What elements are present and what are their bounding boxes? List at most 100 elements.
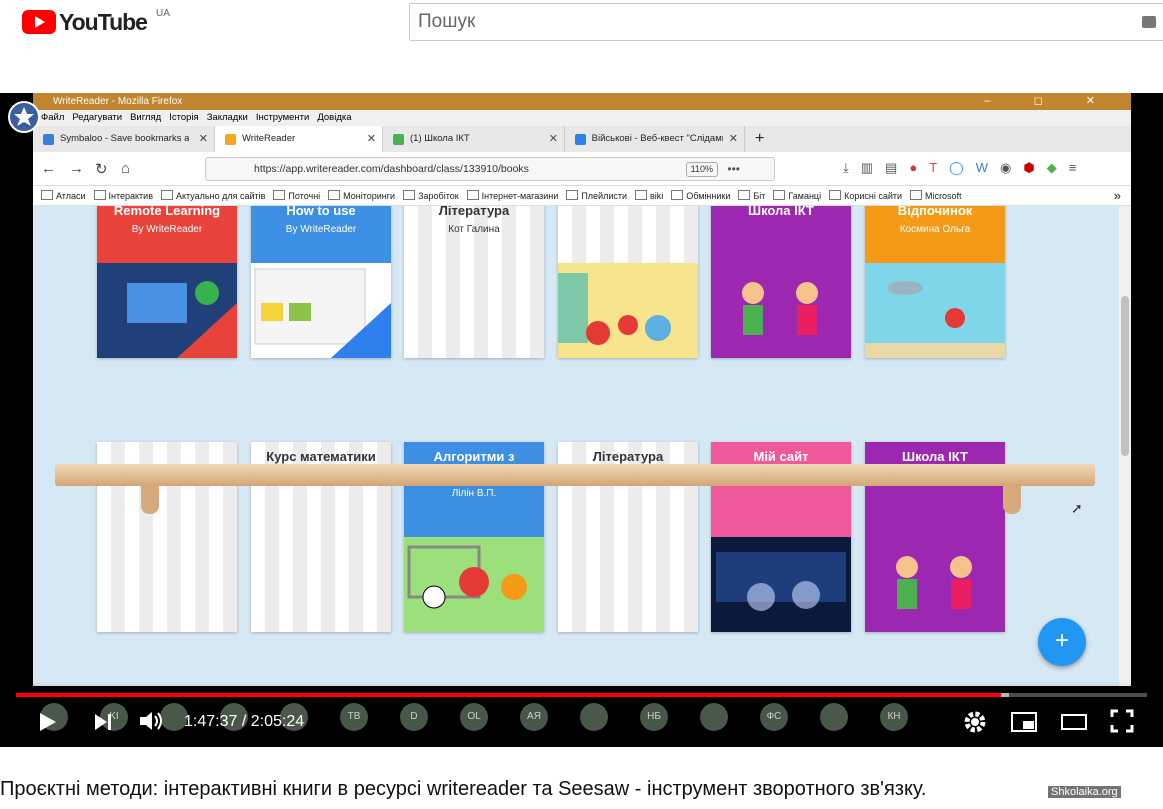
forward-icon[interactable]: →: [69, 160, 84, 177]
keyboard-illustration: [711, 537, 851, 632]
bookmark-item[interactable]: Корисні сайти: [829, 186, 902, 205]
book-cover[interactable]: Відпочинок Космина Ольга: [865, 206, 1005, 358]
participant-avatar: ФС: [760, 703, 788, 731]
page-scrollbar[interactable]: [1119, 206, 1131, 686]
download-icon[interactable]: ⤓: [843, 160, 849, 176]
url-bar[interactable]: https://app.writereader.com/dashboard/cl…: [205, 157, 775, 181]
participant-avatar: АЯ: [520, 703, 548, 731]
extension-gray-icon[interactable]: ◉: [1000, 160, 1011, 176]
play-icon[interactable]: [36, 711, 58, 733]
bookmark-item[interactable]: Інтерактив: [94, 186, 153, 205]
window-title: WriteReader - Mozilla Firefox: [53, 96, 183, 107]
volume-icon[interactable]: [138, 709, 166, 733]
book-title: How to use: [286, 206, 356, 218]
page-actions-icon[interactable]: •••: [727, 158, 740, 180]
close-tab-icon[interactable]: ✕: [549, 126, 558, 152]
progress-bar[interactable]: [16, 693, 1147, 697]
window-controls: – ◻ ✕: [984, 95, 1115, 107]
scrollbar-thumb[interactable]: [1121, 296, 1129, 456]
search-input[interactable]: Пошук: [409, 3, 1163, 41]
remote-illustration: [97, 263, 237, 358]
tab-favicon-icon: [393, 133, 404, 145]
theater-mode-icon[interactable]: [1060, 711, 1088, 733]
participant-avatar: [580, 703, 608, 731]
sesame-illustration: [558, 263, 698, 358]
bookmark-item[interactable]: Актуально для сайтів: [161, 186, 265, 205]
book-cover[interactable]: [558, 206, 698, 358]
sea-illustration: [865, 263, 1005, 358]
menu-item[interactable]: Закладки: [207, 110, 248, 126]
bookmark-item[interactable]: Microsoft: [910, 186, 962, 205]
menu-item[interactable]: Історія: [169, 110, 198, 126]
back-icon[interactable]: ←: [41, 160, 56, 177]
extension-w-icon[interactable]: W: [976, 160, 988, 176]
time-separator: /: [237, 713, 251, 730]
extension-green-icon[interactable]: ◆: [1047, 160, 1057, 176]
menu-item[interactable]: Інструменти: [256, 110, 310, 126]
book-author: By WriteReader: [131, 224, 203, 235]
tab-label: (1) Школа ІКТ: [410, 133, 470, 144]
firefox-navbar: ← → ↻ ⌂ https://app.writereader.com/dash…: [33, 152, 1131, 186]
book-author: Космина Ольга: [899, 224, 971, 235]
tab-favicon-icon: [575, 133, 586, 145]
bookmark-item[interactable]: Плейлисти: [566, 186, 627, 205]
zoom-badge[interactable]: 110%: [685, 162, 718, 177]
participant-avatar: [820, 703, 848, 731]
tab-favicon-icon: [43, 133, 54, 145]
bookmark-item[interactable]: Гаманці: [773, 186, 821, 205]
settings-gear-icon[interactable]: [962, 709, 988, 735]
progress-played: [16, 693, 1002, 697]
bookmark-item[interactable]: Моніторинги: [328, 186, 395, 205]
bookmarks-bar: Атласи Інтерактив Актуально для сайтів Пото…: [33, 186, 1131, 206]
add-book-button[interactable]: +: [1038, 618, 1086, 666]
fullscreen-icon[interactable]: [1110, 709, 1134, 733]
participant-avatar: OL: [460, 703, 488, 731]
menu-item[interactable]: Редагувати: [72, 110, 122, 126]
browser-tab[interactable]: Symbaloo - Save bookmarks a ✕: [33, 126, 215, 152]
reload-icon[interactable]: ↻: [95, 160, 108, 178]
bookmark-item[interactable]: Поточні: [273, 186, 320, 205]
bookmark-item[interactable]: Заробіток: [403, 186, 459, 205]
next-icon[interactable]: [92, 711, 114, 733]
tab-label: Військові - Веб-квест "Слідами: [591, 133, 723, 144]
youtube-logo[interactable]: YouTube UA: [22, 8, 170, 35]
extension-ring-icon[interactable]: ◯: [949, 160, 964, 176]
video-player[interactable]: WriteReader - Mozilla Firefox – ◻ ✕ Файл…: [0, 93, 1163, 747]
menu-item[interactable]: Вигляд: [130, 110, 161, 126]
keyboard-icon[interactable]: [1142, 16, 1156, 28]
menu-icon[interactable]: ≡: [1069, 160, 1077, 176]
menu-item[interactable]: Файл: [41, 110, 64, 126]
browser-tab[interactable]: Військові - Веб-квест "Слідами ✕: [565, 126, 745, 152]
close-tab-icon[interactable]: ✕: [729, 126, 738, 152]
menu-item[interactable]: Довідка: [317, 110, 351, 126]
bookmark-item[interactable]: Обмінники: [671, 186, 730, 205]
book-cover[interactable]: Remote Learning By WriteReader: [97, 206, 237, 358]
bookmark-item[interactable]: Інтернет-магазини: [467, 186, 559, 205]
bookmark-item[interactable]: Біт: [738, 186, 765, 205]
browser-tab[interactable]: WriteReader ✕: [215, 126, 383, 152]
close-tab-icon[interactable]: ✕: [367, 126, 376, 152]
book-cover[interactable]: Школа ІКТ: [711, 206, 851, 358]
book-author: By WriteReader: [285, 224, 357, 235]
book-cover[interactable]: How to use By WriteReader: [251, 206, 391, 358]
bookmark-item[interactable]: віki: [635, 186, 663, 205]
current-time: 1:47:37: [184, 713, 238, 730]
bookmark-item[interactable]: Атласи: [41, 186, 86, 205]
library-icon[interactable]: ▥: [861, 160, 873, 176]
extension-abp-icon[interactable]: ⬢: [1023, 160, 1034, 176]
sidebar-icon[interactable]: ▤: [885, 160, 897, 176]
extension-t-icon[interactable]: T: [929, 160, 937, 176]
bookmarks-overflow-icon[interactable]: »: [1114, 186, 1121, 205]
miniplayer-icon[interactable]: [1010, 711, 1038, 733]
browser-tab[interactable]: (1) Школа ІКТ ✕: [383, 126, 565, 152]
new-tab-icon[interactable]: +: [745, 126, 770, 152]
shelf-bracket: [1003, 486, 1021, 514]
close-tab-icon[interactable]: ✕: [199, 126, 208, 152]
channel-watermark-icon[interactable]: [8, 101, 40, 133]
home-icon[interactable]: ⌂: [121, 160, 130, 177]
video-title[interactable]: Проєктні методи: інтерактивні книги в ре…: [0, 778, 1163, 801]
book-author: Лілін В.П.: [451, 488, 497, 499]
extension-red-icon[interactable]: ●: [909, 160, 917, 176]
book-cover[interactable]: Література Кот Галина: [404, 206, 544, 358]
participant-avatar: КН: [880, 703, 908, 731]
